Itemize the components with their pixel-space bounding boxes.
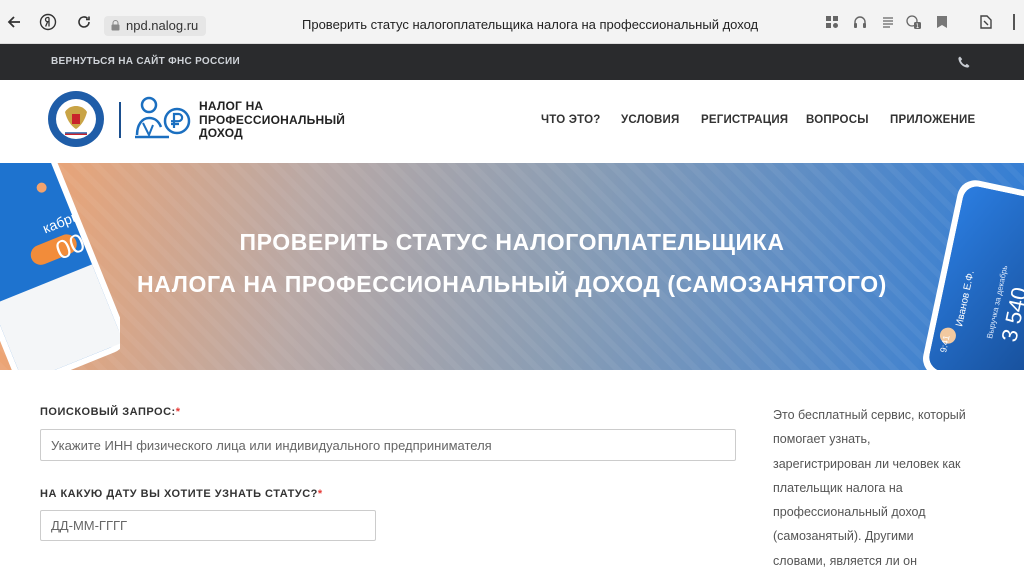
reload-icon[interactable]: [74, 12, 94, 32]
url-text: npd.nalog.ru: [126, 18, 199, 33]
page-title: Проверить статус налогоплательщика налог…: [302, 17, 759, 32]
description-line: Это бесплатный сервис, который: [773, 408, 966, 422]
brand-line-2: ПРОФЕССИОНАЛЬНЫЙ: [199, 112, 346, 127]
description-line: зарегистрирован ли человек как: [773, 456, 961, 471]
yandex-icon[interactable]: [38, 12, 58, 32]
bookmark-icon[interactable]: [932, 12, 952, 32]
headphones-icon[interactable]: [850, 12, 870, 32]
protect-icon[interactable]: 1: [904, 12, 924, 32]
nav-conditions[interactable]: УСЛОВИЯ: [621, 114, 679, 126]
description-line: помогает узнать,: [773, 432, 871, 447]
description-line: словами, является ли он: [773, 553, 918, 568]
description-line: плательщик налога на: [773, 480, 903, 495]
browser-toolbar: npd.nalog.ru Проверить статус налогоплат…: [0, 0, 1024, 44]
required-mark: *: [175, 406, 181, 418]
query-label-text: ПОИСКОВЫЙ ЗАПРОС:: [40, 406, 176, 418]
query-label: ПОИСКОВЫЙ ЗАПРОС:*: [40, 406, 181, 418]
hero-pattern: [0, 163, 1024, 370]
reader-icon[interactable]: [878, 12, 898, 32]
phone-icon[interactable]: [957, 55, 971, 69]
back-to-fns-link[interactable]: ВЕРНУТЬСЯ НА САЙТ ФНС РОССИИ: [51, 56, 240, 67]
npd-logo-icon[interactable]: [133, 93, 193, 149]
logo-divider: [119, 102, 121, 138]
nav-app[interactable]: ПРИЛОЖЕНИЕ: [890, 114, 975, 126]
required-mark: *: [317, 488, 323, 500]
nav-registration[interactable]: РЕГИСТРАЦИЯ: [701, 114, 788, 126]
date-input[interactable]: [40, 510, 376, 541]
extensions-icon[interactable]: [976, 12, 996, 32]
fns-emblem-icon[interactable]: [47, 90, 105, 148]
lock-icon: [111, 20, 120, 31]
inn-search-input[interactable]: [40, 429, 736, 461]
nav-what-is-it[interactable]: ЧТО ЭТО?: [541, 114, 600, 126]
svg-text:1: 1: [916, 23, 920, 30]
top-strip: ВЕРНУТЬСЯ НА САЙТ ФНС РОССИИ: [0, 44, 1024, 80]
phone-left-image: кабрь 00: [0, 163, 120, 370]
brand-line-3: ДОХОД: [199, 126, 243, 140]
hero-title-line-1: ПРОВЕРИТЬ СТАТУС НАЛОГОПЛАТЕЛЬЩИКА: [239, 229, 785, 255]
nav-questions[interactable]: ВОПРОСЫ: [806, 114, 869, 126]
site-header: НАЛОГ НА ПРОФЕССИОНАЛЬНЫЙ ДОХОД ЧТО ЭТО?…: [0, 80, 1024, 163]
window-menu-icon[interactable]: [1004, 12, 1024, 32]
hero-title-line-2: НАЛОГА НА ПРОФЕССИОНАЛЬНЫЙ ДОХОД (САМОЗА…: [137, 271, 887, 297]
date-label: НА КАКУЮ ДАТУ ВЫ ХОТИТЕ УЗНАТЬ СТАТУС?*: [40, 488, 323, 500]
brand-text[interactable]: НАЛОГ НА ПРОФЕССИОНАЛЬНЫЙ ДОХОД: [199, 99, 346, 141]
apps-icon[interactable]: [822, 12, 842, 32]
back-arrow-icon[interactable]: [4, 12, 24, 32]
brand-line-1: НАЛОГ НА: [199, 99, 264, 113]
description-line: (самозанятый). Другими: [773, 529, 914, 544]
address-bar[interactable]: npd.nalog.ru: [104, 16, 207, 36]
description-line: профессиональный доход: [773, 505, 926, 520]
hero-banner: кабрь 00 9:41 Иванов Е.Ф. Выручка за дек…: [0, 163, 1024, 370]
date-label-text: НА КАКУЮ ДАТУ ВЫ ХОТИТЕ УЗНАТЬ СТАТУС?: [40, 488, 318, 500]
service-description: Это бесплатный сервис, который помогает …: [773, 403, 993, 573]
